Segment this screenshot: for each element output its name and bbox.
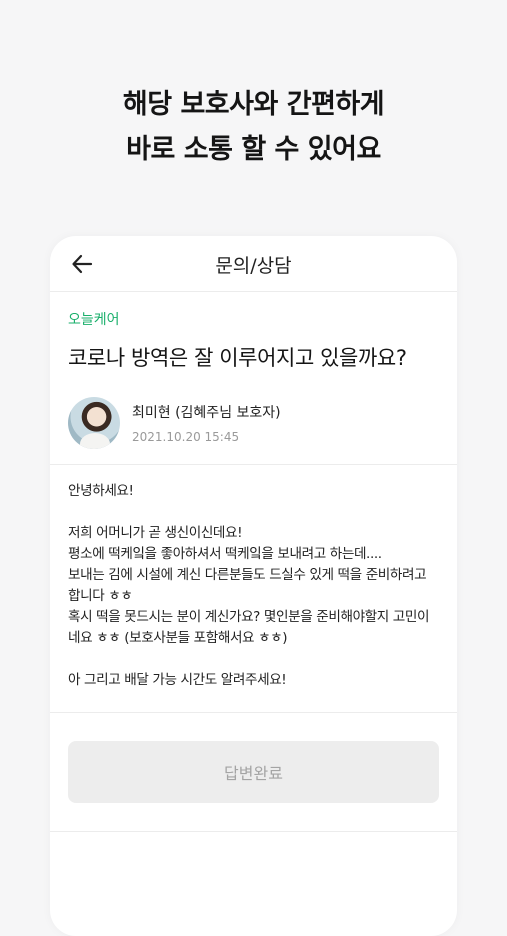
divider	[50, 712, 457, 713]
answer-complete-button[interactable]: 답변완료	[68, 741, 439, 803]
author-row: 최미현 (김혜주님 보호자) 2021.10.20 15:45	[68, 395, 439, 451]
headline-line-2: 바로 소통 할 수 있어요	[126, 134, 381, 165]
avatar	[68, 397, 120, 449]
post-header: 오늘케어 코로나 방역은 잘 이루어지고 있을까요? 최미현 (김혜주님 보호자…	[50, 309, 457, 451]
phone-screen-card: 문의/상담 오늘케어 코로나 방역은 잘 이루어지고 있을까요? 최미현 (김혜…	[50, 236, 457, 936]
divider	[50, 831, 457, 832]
promo-headline: 해당 보호사와 간편하게 바로 소통 할 수 있어요	[0, 82, 507, 172]
author-name: 최미현 (김혜주님 보호자)	[132, 405, 281, 421]
headline-line-1: 해당 보호사와 간편하게	[122, 89, 385, 120]
top-nav-bar: 문의/상담	[50, 236, 457, 292]
post-body: 안녕하세요! 저희 어머니가 곧 생신이신데요! 평소에 떡케잌을 좋아하셔서 …	[68, 483, 430, 688]
brand-label: 오늘케어	[68, 312, 120, 328]
post-timestamp: 2021.10.20 15:45	[132, 430, 240, 444]
page-title: 문의/상담	[215, 255, 292, 277]
author-info: 최미현 (김혜주님 보호자) 2021.10.20 15:45	[132, 402, 281, 444]
post-title: 코로나 방역은 잘 이루어지고 있을까요?	[68, 346, 407, 370]
